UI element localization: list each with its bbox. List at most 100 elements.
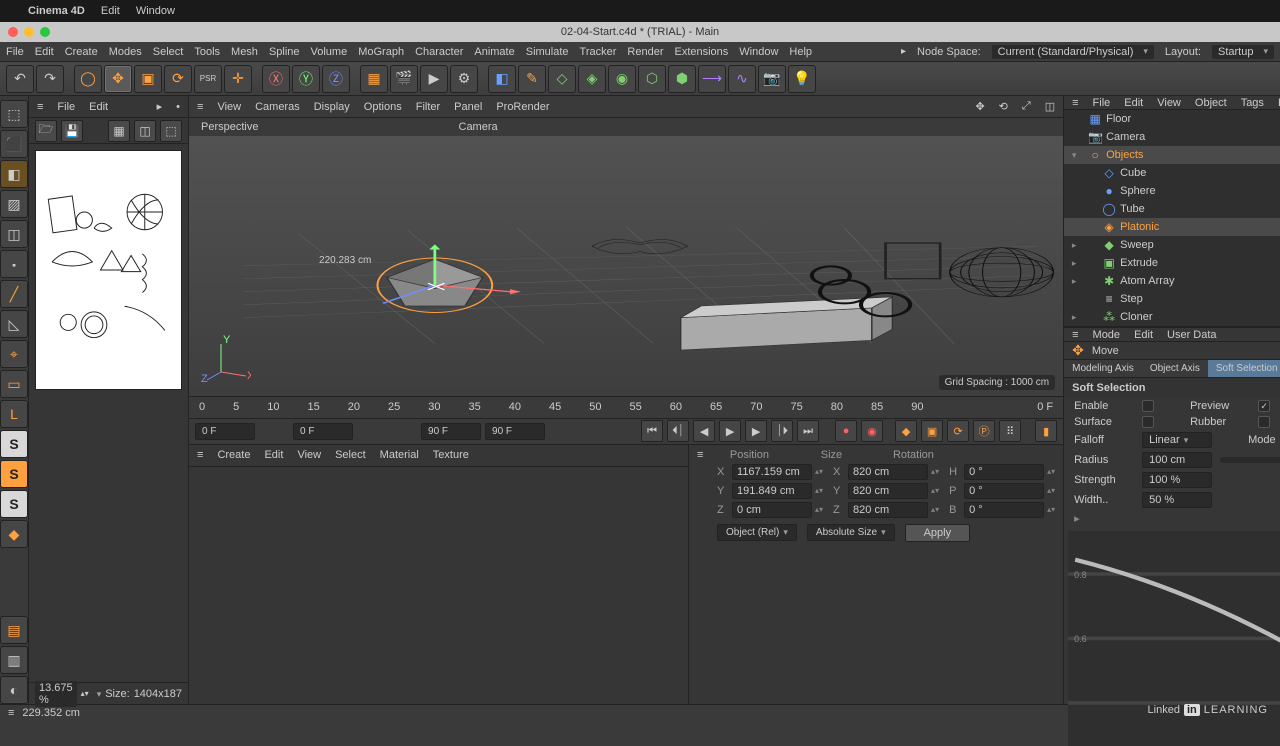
layer-2[interactable]: ▥ xyxy=(0,646,28,674)
menu-mograph[interactable]: MoGraph xyxy=(358,46,404,58)
vp-nav-icon[interactable]: ✥ xyxy=(975,100,984,113)
menu-extensions[interactable]: Extensions xyxy=(674,46,728,58)
array[interactable]: ◉ xyxy=(608,65,636,93)
om-file[interactable]: File xyxy=(1093,97,1111,109)
mac-menu-window[interactable]: Window xyxy=(136,5,175,17)
workplane-mode[interactable]: ◫ xyxy=(0,220,28,248)
apply-button[interactable]: Apply xyxy=(905,524,971,542)
object-row[interactable]: ≡Step▫✓ xyxy=(1064,290,1280,308)
mat-view[interactable]: View xyxy=(297,449,321,461)
vp-nav-icon2[interactable]: ⟲ xyxy=(999,100,1008,113)
deformer[interactable]: ⟶ xyxy=(698,65,726,93)
hamburger-icon[interactable]: ≡ xyxy=(37,101,43,113)
tab-modeling-axis[interactable]: Modeling Axis xyxy=(1064,360,1142,377)
mat-select[interactable]: Select xyxy=(335,449,366,461)
app-name[interactable]: Cinema 4D xyxy=(28,5,85,17)
range-start[interactable]: 0 F xyxy=(195,423,255,440)
menu-spline[interactable]: Spline xyxy=(269,46,300,58)
pos-x[interactable]: 1167.159 cm xyxy=(732,464,812,480)
vp-display[interactable]: Display xyxy=(314,101,350,113)
nodespace-select[interactable]: Current (Standard/Physical) xyxy=(992,45,1154,59)
primitive-cube[interactable]: ◧ xyxy=(488,65,516,93)
rotate-tool[interactable]: ⟳ xyxy=(164,65,192,93)
last-tool[interactable]: PSR xyxy=(194,65,222,93)
menu-select[interactable]: Select xyxy=(153,46,184,58)
menu-tools[interactable]: Tools xyxy=(194,46,220,58)
hamburger-icon[interactable]: ≡ xyxy=(197,101,203,113)
vp-cameras[interactable]: Cameras xyxy=(255,101,300,113)
step-back[interactable]: ◀ xyxy=(693,420,715,442)
lp-icon-3[interactable]: ▦ xyxy=(108,120,130,142)
object-mode[interactable]: ◧ xyxy=(0,160,28,188)
vp-nav-icon3[interactable]: ⤢ xyxy=(1022,100,1031,113)
object-row[interactable]: ◯Tube▫✓● xyxy=(1064,200,1280,218)
axis-mode[interactable]: ⌖ xyxy=(0,340,28,368)
object-row[interactable]: ▸⁂Cloner▫✓ xyxy=(1064,308,1280,326)
reference-image[interactable] xyxy=(35,150,182,390)
enable-checkbox[interactable] xyxy=(1142,400,1154,412)
am-mode[interactable]: Mode xyxy=(1093,329,1121,341)
rot-p[interactable]: 0 ° xyxy=(964,483,1044,499)
current-frame[interactable]: 0 F xyxy=(293,423,353,440)
layer-3[interactable]: ◐ xyxy=(0,676,28,704)
make-editable[interactable]: ⬚ xyxy=(0,100,28,128)
zoom-value[interactable]: 13.675 % xyxy=(35,681,77,707)
snap-3[interactable]: S xyxy=(0,490,28,518)
spline-pen[interactable]: ✎ xyxy=(518,65,546,93)
rot-b[interactable]: 0 ° xyxy=(964,502,1044,518)
am-userdata[interactable]: User Data xyxy=(1167,329,1217,341)
vp-options[interactable]: Options xyxy=(364,101,402,113)
select-tool[interactable]: ◯ xyxy=(74,65,102,93)
mat-edit[interactable]: Edit xyxy=(264,449,283,461)
goto-prevkey[interactable]: ⏴⏐ xyxy=(667,420,689,442)
om-view[interactable]: View xyxy=(1157,97,1181,109)
viewport[interactable]: 220.283 cm YXZ Grid Spacing : 1000 cm xyxy=(189,136,1063,397)
object-manager[interactable]: ▦Floor▫✓📷Camera▫✓▾○Objects▫✓◇Cube▫✓●●Sph… xyxy=(1064,110,1280,327)
field[interactable]: ∿ xyxy=(728,65,756,93)
om-tags[interactable]: Tags xyxy=(1241,97,1264,109)
menu-edit[interactable]: Edit xyxy=(35,46,54,58)
play-render[interactable]: ▶ xyxy=(420,65,448,93)
hamburger-icon[interactable]: ≡ xyxy=(697,449,703,461)
snap-2[interactable]: S xyxy=(0,460,28,488)
lp-icon-4[interactable]: ◫ xyxy=(134,120,156,142)
edge-mode[interactable]: ╱ xyxy=(0,280,28,308)
step-forward[interactable]: ⏐⏵ xyxy=(771,420,793,442)
lp-icon-2[interactable]: 💾 xyxy=(61,120,83,142)
play-forward[interactable]: ▶ xyxy=(745,420,767,442)
zoom-dropdown[interactable] xyxy=(93,688,102,700)
locked-tool[interactable]: ✛ xyxy=(224,65,252,93)
light-add[interactable]: 💡 xyxy=(788,65,816,93)
object-row[interactable]: ●Sphere▫✓● xyxy=(1064,182,1280,200)
object-row[interactable]: ▸✱Atom Array▫✓ xyxy=(1064,272,1280,290)
hamburger-icon[interactable]: ≡ xyxy=(1072,329,1078,341)
om-edit[interactable]: Edit xyxy=(1124,97,1143,109)
menu-file[interactable]: File xyxy=(6,46,24,58)
size-z[interactable]: 820 cm xyxy=(848,502,928,518)
radius-field[interactable]: 100 cm xyxy=(1142,452,1212,468)
layout-select[interactable]: Startup xyxy=(1212,45,1274,59)
object-row[interactable]: ▦Floor▫✓ xyxy=(1064,110,1280,128)
subdiv[interactable]: ◈ xyxy=(578,65,606,93)
preview-checkbox[interactable] xyxy=(1258,400,1270,412)
x-axis[interactable]: Ⓧ xyxy=(262,65,290,93)
key-rot[interactable]: ⟳ xyxy=(947,420,969,442)
mat-material[interactable]: Material xyxy=(380,449,419,461)
menu-create[interactable]: Create xyxy=(65,46,98,58)
lp-icon-5[interactable]: ⬚ xyxy=(160,120,182,142)
generator[interactable]: ◇ xyxy=(548,65,576,93)
hamburger-icon[interactable]: ≡ xyxy=(197,449,203,461)
vp-prorender[interactable]: ProRender xyxy=(496,101,549,113)
goto-end[interactable]: ⏭ xyxy=(797,420,819,442)
hamburger-icon[interactable]: ≡ xyxy=(1072,97,1078,109)
object-row[interactable]: 📷Camera▫✓ xyxy=(1064,128,1280,146)
normal-mode[interactable]: L xyxy=(0,400,28,428)
lp-dot-icon[interactable]: • xyxy=(176,101,180,113)
minimize-icon[interactable] xyxy=(24,27,34,37)
redo-button[interactable]: ↷ xyxy=(36,65,64,93)
snap-1[interactable]: S xyxy=(0,430,28,458)
vp-panel[interactable]: Panel xyxy=(454,101,482,113)
autokey[interactable]: ◉ xyxy=(861,420,883,442)
mat-create[interactable]: Create xyxy=(217,449,250,461)
size-x[interactable]: 820 cm xyxy=(848,464,928,480)
